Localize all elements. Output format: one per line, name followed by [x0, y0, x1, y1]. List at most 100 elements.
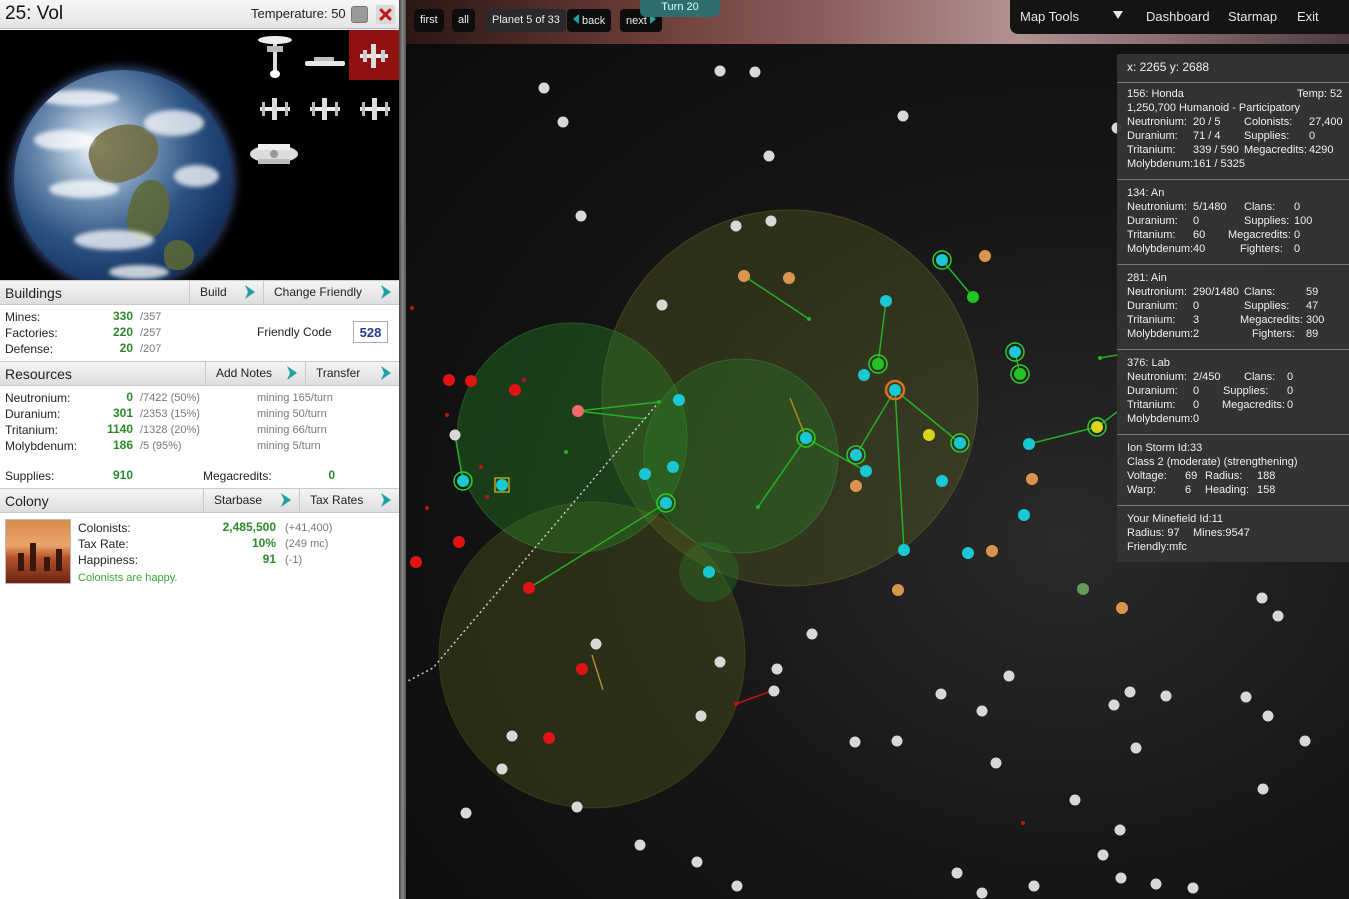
planet-dot[interactable] — [1257, 783, 1269, 795]
planet-dot[interactable] — [1299, 735, 1311, 747]
build-button[interactable]: Build — [189, 281, 263, 304]
planet-dot[interactable] — [453, 536, 465, 548]
planet-dot[interactable] — [858, 369, 870, 381]
planet-dot[interactable] — [1097, 849, 1109, 861]
ship-frigate-icon-2[interactable] — [302, 86, 348, 132]
planet-dot[interactable] — [410, 556, 422, 568]
change-friendly-button[interactable]: Change Friendly — [263, 281, 399, 304]
tax-rates-button[interactable]: Tax Rates — [299, 489, 399, 512]
planet-dot[interactable] — [496, 479, 508, 491]
starbase-ship-icon[interactable] — [252, 32, 298, 80]
planet-dot[interactable] — [460, 807, 472, 819]
planet-dot[interactable] — [889, 384, 901, 396]
ship-dot[interactable] — [657, 400, 661, 404]
planet-dot[interactable] — [898, 544, 910, 556]
ship-dot[interactable] — [410, 306, 414, 310]
planet-dot[interactable] — [768, 685, 780, 697]
planet-dot[interactable] — [850, 449, 862, 461]
planet-dot[interactable] — [656, 299, 668, 311]
planet-dot[interactable] — [749, 66, 761, 78]
planet-dot[interactable] — [738, 270, 750, 282]
planet-dot[interactable] — [1023, 438, 1035, 450]
planet-dot[interactable] — [954, 437, 966, 449]
planet-dot[interactable] — [880, 295, 892, 307]
ship-dot[interactable] — [522, 378, 526, 382]
planet-dot[interactable] — [695, 710, 707, 722]
planet-dot[interactable] — [1240, 691, 1252, 703]
planet-dot[interactable] — [1116, 602, 1128, 614]
planet-dot[interactable] — [509, 384, 521, 396]
planet-dot[interactable] — [571, 801, 583, 813]
ship-dot[interactable] — [734, 702, 738, 706]
planet-dot[interactable] — [1160, 690, 1172, 702]
planet-dot[interactable] — [979, 250, 991, 262]
planet-dot[interactable] — [936, 254, 948, 266]
planet-dot[interactable] — [1272, 610, 1284, 622]
planet-dot[interactable] — [1115, 872, 1127, 884]
add-notes-button[interactable]: Add Notes — [205, 362, 305, 385]
planet-dot[interactable] — [1150, 878, 1162, 890]
planet-dot[interactable] — [557, 116, 569, 128]
planet-dot[interactable] — [783, 272, 795, 284]
planet-dot[interactable] — [990, 757, 1002, 769]
ship-dot[interactable] — [1098, 356, 1102, 360]
planet-dot[interactable] — [1124, 686, 1136, 698]
planet-dot[interactable] — [1077, 583, 1089, 595]
planet-dot[interactable] — [465, 375, 477, 387]
starmap-menu[interactable]: Starmap — [1228, 9, 1277, 24]
planet-dot[interactable] — [523, 582, 535, 594]
ship-dot[interactable] — [485, 495, 489, 499]
exit-menu[interactable]: Exit — [1297, 9, 1319, 24]
starbase-button[interactable]: Starbase — [203, 489, 299, 512]
dashboard-menu[interactable]: Dashboard — [1146, 9, 1210, 24]
planet-dot[interactable] — [1014, 368, 1026, 380]
planet-dot[interactable] — [673, 394, 685, 406]
planet-dot[interactable] — [1028, 880, 1040, 892]
planet-dot[interactable] — [1130, 742, 1142, 754]
planet-dot[interactable] — [506, 730, 518, 742]
panel-divider[interactable] — [399, 0, 406, 899]
ship-frigate-icon-1[interactable] — [252, 86, 298, 132]
ship-cruiser-icon[interactable] — [302, 40, 348, 86]
planet-dot[interactable] — [771, 663, 783, 675]
planet-dot[interactable] — [575, 210, 587, 222]
ship-freighter-icon[interactable] — [246, 130, 302, 176]
planet-dot[interactable] — [538, 82, 550, 94]
planet-dot[interactable] — [849, 736, 861, 748]
planet-dot[interactable] — [967, 291, 979, 303]
ship-dot[interactable] — [479, 465, 483, 469]
ship-dot[interactable] — [807, 317, 811, 321]
planet-dot[interactable] — [714, 65, 726, 77]
planet-dot[interactable] — [962, 547, 974, 559]
planet-dot[interactable] — [800, 432, 812, 444]
planet-dot[interactable] — [897, 110, 909, 122]
first-button[interactable]: first — [414, 9, 444, 32]
planet-dot[interactable] — [731, 880, 743, 892]
planet-dot[interactable] — [457, 475, 469, 487]
planet-dot[interactable] — [1069, 794, 1081, 806]
planet-dot[interactable] — [892, 584, 904, 596]
ship-dot[interactable] — [1021, 821, 1025, 825]
ship-frigate-icon-3[interactable] — [352, 86, 398, 132]
planet-dot[interactable] — [936, 475, 948, 487]
planet-dot[interactable] — [1018, 509, 1030, 521]
planet-dot[interactable] — [449, 429, 461, 441]
chevron-down-icon[interactable] — [1113, 11, 1123, 19]
planet-dot[interactable] — [730, 220, 742, 232]
planet-dot[interactable] — [703, 566, 715, 578]
friendly-code-field[interactable]: 528 — [353, 321, 388, 343]
planet-dot[interactable] — [1114, 824, 1126, 836]
planet-dot[interactable] — [951, 867, 963, 879]
planet-dot[interactable] — [860, 465, 872, 477]
planet-dot[interactable] — [634, 839, 646, 851]
planet-dot[interactable] — [763, 150, 775, 162]
planet-dot[interactable] — [543, 732, 555, 744]
planet-dot[interactable] — [935, 688, 947, 700]
transfer-button[interactable]: Transfer — [305, 362, 399, 385]
planet-dot[interactable] — [976, 705, 988, 717]
planet-dot[interactable] — [667, 461, 679, 473]
ship-dot[interactable] — [425, 506, 429, 510]
planet-dot[interactable] — [1187, 882, 1199, 894]
planet-dot[interactable] — [923, 429, 935, 441]
map-tools-menu[interactable]: Map Tools — [1020, 9, 1079, 24]
